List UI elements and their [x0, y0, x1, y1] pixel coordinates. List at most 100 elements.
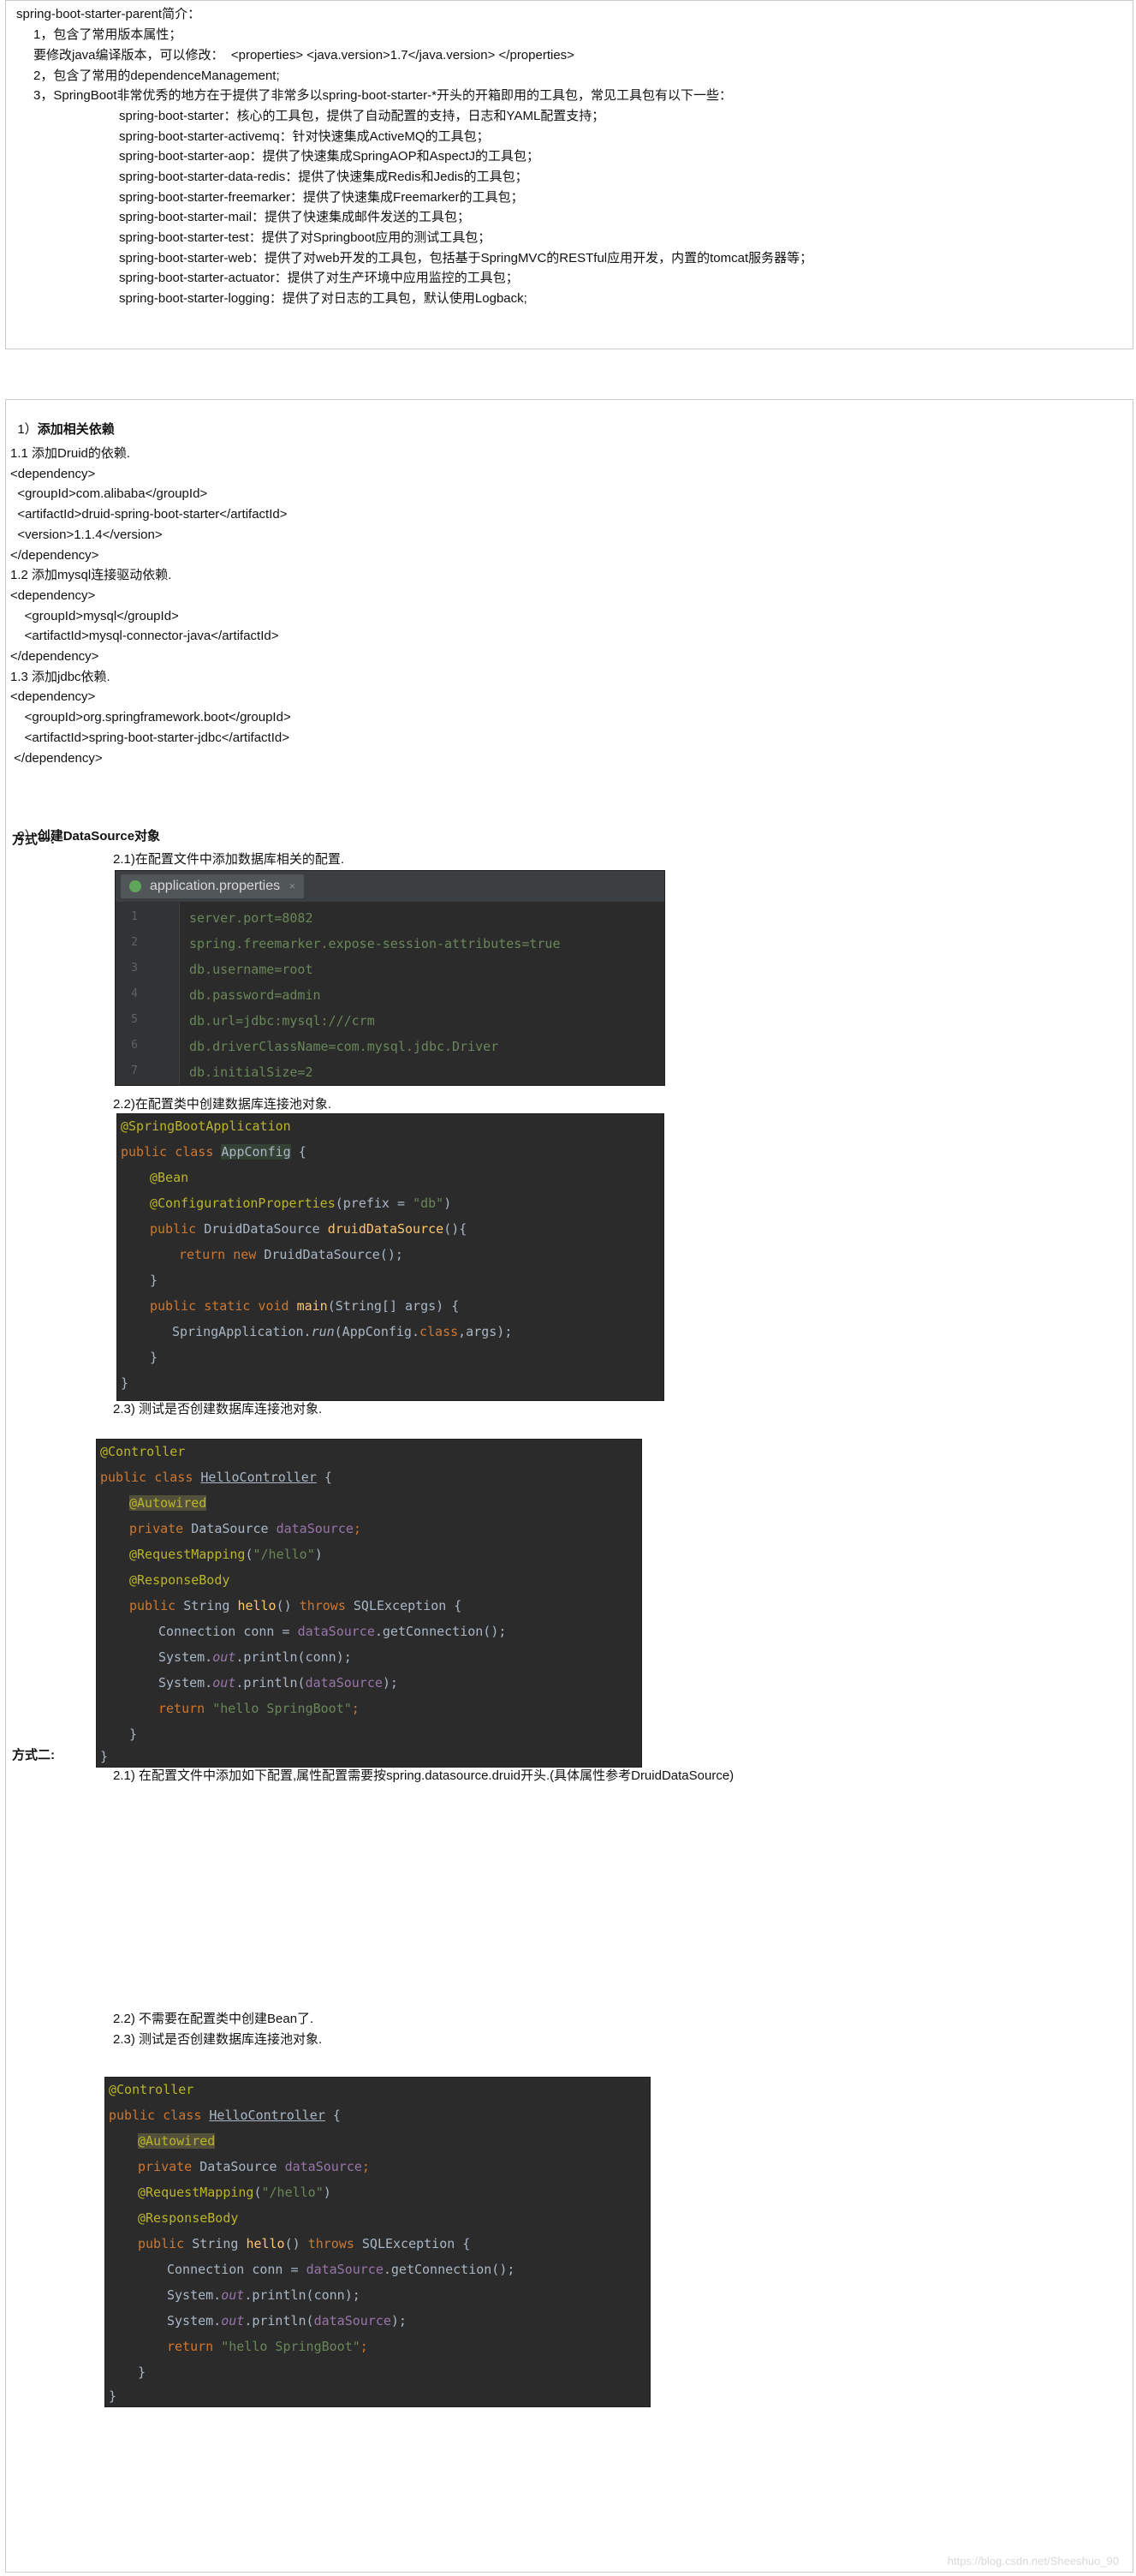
code-line: }: [150, 1350, 158, 1365]
editor-tabbar: application.properties ×: [116, 871, 664, 902]
code-line: public static void main(String[] args) {: [150, 1298, 460, 1314]
dep-line: </dependency>: [10, 548, 99, 563]
code-line: Connection conn = dataSource.getConnecti…: [158, 1624, 507, 1639]
controller-code-2: @Controller public class HelloController…: [104, 2077, 651, 2407]
line-number: 3: [131, 962, 138, 975]
code-line: System.out.println(dataSource);: [158, 1675, 398, 1690]
watermark: https://blog.csdn.net/Sheeshuo_90: [947, 2555, 1119, 2567]
tab-application-properties[interactable]: application.properties ×: [121, 874, 305, 898]
code-line: public String hello() throws SQLExceptio…: [138, 2236, 471, 2251]
dep-line: <dependency>: [10, 689, 96, 704]
dep-line: <artifactId>druid-spring-boot-starter</a…: [10, 507, 288, 522]
starter-item: spring-boot-starter-logging：提供了对日志的工具包，默…: [119, 291, 527, 306]
code-line: @ResponseBody: [138, 2210, 239, 2226]
code-line: private DataSource dataSource;: [138, 2159, 370, 2174]
line-number: 4: [131, 987, 138, 1000]
dep-line: <dependency>: [10, 588, 96, 603]
section1-heading: 1）添加相关依赖: [17, 422, 115, 437]
code-line: server.port=8082: [189, 910, 313, 926]
code-line: @Controller: [109, 2082, 194, 2097]
code-line: @Autowired: [138, 2133, 216, 2149]
appconfig-code: @SpringBootApplication public class AppC…: [116, 1113, 664, 1401]
code-line: @RequestMapping("/hello"): [138, 2185, 331, 2200]
line-number: 7: [131, 1064, 138, 1077]
dep-line: 1.3 添加jdbc依赖.: [10, 670, 110, 684]
starter-item: spring-boot-starter：核心的工具包，提供了自动配置的支持，日志…: [119, 109, 605, 123]
code-line: return "hello SpringBoot";: [167, 2339, 368, 2354]
dep-line: 1.1 添加Druid的依赖.: [10, 446, 131, 461]
properties-file-icon: [129, 880, 141, 892]
intro-item-4: 3，SpringBoot非常优秀的地方在于提供了非常多以spring-boot-…: [33, 88, 732, 103]
code-line: System.out.println(dataSource);: [167, 2313, 407, 2329]
code-line: @Controller: [100, 1444, 186, 1459]
code-line: public class AppConfig {: [121, 1144, 306, 1160]
dep-line: <dependency>: [10, 467, 96, 481]
intro-box: spring-boot-starter-parent简介： 1，包含了常用版本属…: [5, 0, 1133, 349]
code-line: @Autowired: [129, 1495, 207, 1511]
way1-label: 方式一:: [12, 832, 55, 847]
controller-code-1: @Controller public class HelloController…: [96, 1439, 642, 1768]
step-2-2: 2.2)在配置类中创建数据库连接池对象.: [113, 1097, 332, 1112]
code-line: db.password=admin: [189, 987, 321, 1003]
code-line: public class HelloController {: [100, 1470, 332, 1485]
code-line: }: [109, 2388, 117, 2404]
starter-item: spring-boot-starter-aop：提供了快速集成SpringAOP…: [119, 149, 539, 164]
dep-line: <artifactId>spring-boot-starter-jdbc</ar…: [10, 730, 289, 745]
code-line: System.out.println(conn);: [158, 1649, 352, 1665]
starter-item: spring-boot-starter-web：提供了对web开发的工具包，包括…: [119, 251, 813, 265]
intro-item-1: 1，包含了常用版本属性；: [33, 27, 182, 42]
way2-step-2-3: 2.3) 测试是否创建数据库连接池对象.: [113, 2032, 323, 2047]
way2-label: 方式二:: [12, 1748, 55, 1762]
code-line: db.initialSize=2: [189, 1064, 313, 1080]
dep-line: </dependency>: [10, 649, 99, 664]
code-line: public class HelloController {: [109, 2108, 341, 2123]
dep-line: <artifactId>mysql-connector-java</artifa…: [10, 629, 279, 643]
code-line: spring.freemarker.expose-session-attribu…: [189, 936, 561, 951]
dep-line: <groupId>com.alibaba</groupId>: [10, 486, 208, 501]
intro-item-2: 要修改java编译版本，可以修改： <properties> <java.ver…: [33, 48, 574, 63]
close-icon[interactable]: ×: [289, 880, 296, 892]
line-number: 6: [131, 1039, 138, 1052]
line-number: 1: [131, 910, 138, 923]
code-line: db.driverClassName=com.mysql.jdbc.Driver: [189, 1039, 499, 1054]
code-line: public String hello() throws SQLExceptio…: [129, 1598, 462, 1613]
code-line: @Bean: [150, 1170, 189, 1185]
code-line: }: [138, 2364, 146, 2380]
starter-item: spring-boot-starter-data-redis：提供了快速集成Re…: [119, 170, 528, 184]
code-line: SpringApplication.run(AppConfig.class,ar…: [172, 1324, 513, 1339]
code-line: return new DruidDataSource();: [179, 1247, 403, 1262]
step-2-1: 2.1)在配置文件中添加数据库相关的配置.: [113, 852, 345, 867]
code-line: }: [129, 1726, 138, 1742]
intro-item-3: 2，包含了常用的dependenceManagement;: [33, 69, 280, 83]
way2-step-2-1: 2.1) 在配置文件中添加如下配置,属性配置需要按spring.datasour…: [113, 1768, 735, 1783]
line-number: 2: [131, 936, 138, 949]
code-line: Connection conn = dataSource.getConnecti…: [167, 2262, 515, 2277]
dep-line: <groupId>mysql</groupId>: [10, 609, 179, 623]
code-line: }: [100, 1749, 109, 1764]
code-line: public DruidDataSource druidDataSource()…: [150, 1221, 467, 1237]
starter-item: spring-boot-starter-mail：提供了快速集成邮件发送的工具包…: [119, 210, 471, 224]
step-2-3: 2.3) 测试是否创建数据库连接池对象.: [113, 1402, 323, 1416]
code-line: }: [150, 1273, 158, 1288]
starter-item: spring-boot-starter-freemarker：提供了快速集成Fr…: [119, 190, 524, 205]
code-line: @ResponseBody: [129, 1572, 230, 1588]
starter-item: spring-boot-starter-test：提供了对Springboot应…: [119, 230, 491, 245]
intro-title: spring-boot-starter-parent简介：: [16, 7, 201, 21]
dep-line: <version>1.1.4</version>: [10, 528, 163, 542]
code-line: private DataSource dataSource;: [129, 1521, 361, 1536]
way2-step-2-2: 2.2) 不需要在配置类中创建Bean了.: [113, 2012, 314, 2026]
starter-item: spring-boot-starter-actuator：提供了对生产环境中应用…: [119, 271, 519, 285]
code-line: @SpringBootApplication: [121, 1118, 291, 1134]
code-line: @RequestMapping("/hello"): [129, 1547, 323, 1562]
code-line: @ConfigurationProperties(prefix = "db"): [150, 1196, 452, 1211]
code-line: db.username=root: [189, 962, 313, 977]
dep-line: </dependency>: [10, 751, 103, 766]
code-line: return "hello SpringBoot";: [158, 1701, 360, 1716]
dep-line: 1.2 添加mysql连接驱动依赖.: [10, 568, 172, 582]
line-number: 5: [131, 1013, 138, 1026]
dep-line: <groupId>org.springframework.boot</group…: [10, 710, 291, 724]
starter-item: spring-boot-starter-activemq：针对快速集成Activ…: [119, 129, 490, 144]
properties-editor: application.properties × 1 2 3 4 5 6 7 s…: [115, 870, 665, 1086]
code-line: }: [121, 1375, 129, 1391]
code-line: db.url=jdbc:mysql:///crm: [189, 1013, 375, 1029]
